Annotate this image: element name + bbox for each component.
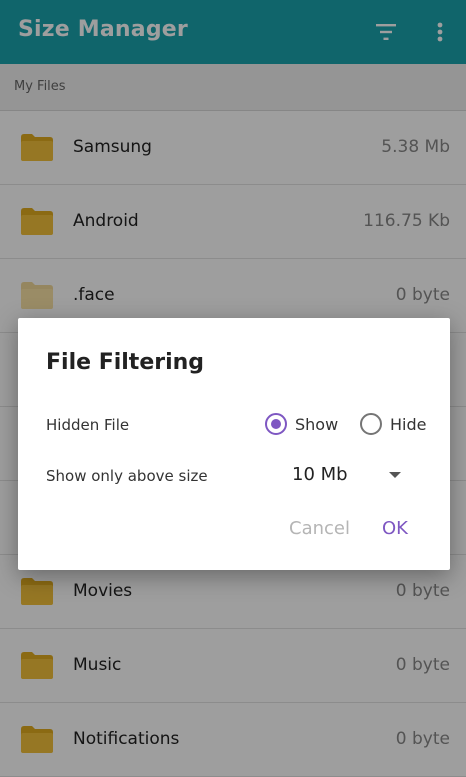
size-dropdown[interactable]: 10 Mb [292, 464, 348, 485]
size-filter-label: Show only above size [46, 467, 208, 485]
cancel-button[interactable]: Cancel [289, 518, 350, 539]
show-radio-label[interactable]: Show [295, 415, 338, 434]
hidden-file-label: Hidden File [46, 416, 130, 434]
show-radio[interactable] [265, 413, 287, 435]
file-filtering-dialog: File Filtering Hidden File Show Hide Sho… [18, 318, 450, 570]
hide-radio-label[interactable]: Hide [390, 415, 426, 434]
ok-button[interactable]: OK [382, 518, 408, 539]
dropdown-arrow-icon[interactable] [389, 472, 401, 478]
dialog-title: File Filtering [46, 350, 205, 375]
hide-radio[interactable] [360, 413, 382, 435]
